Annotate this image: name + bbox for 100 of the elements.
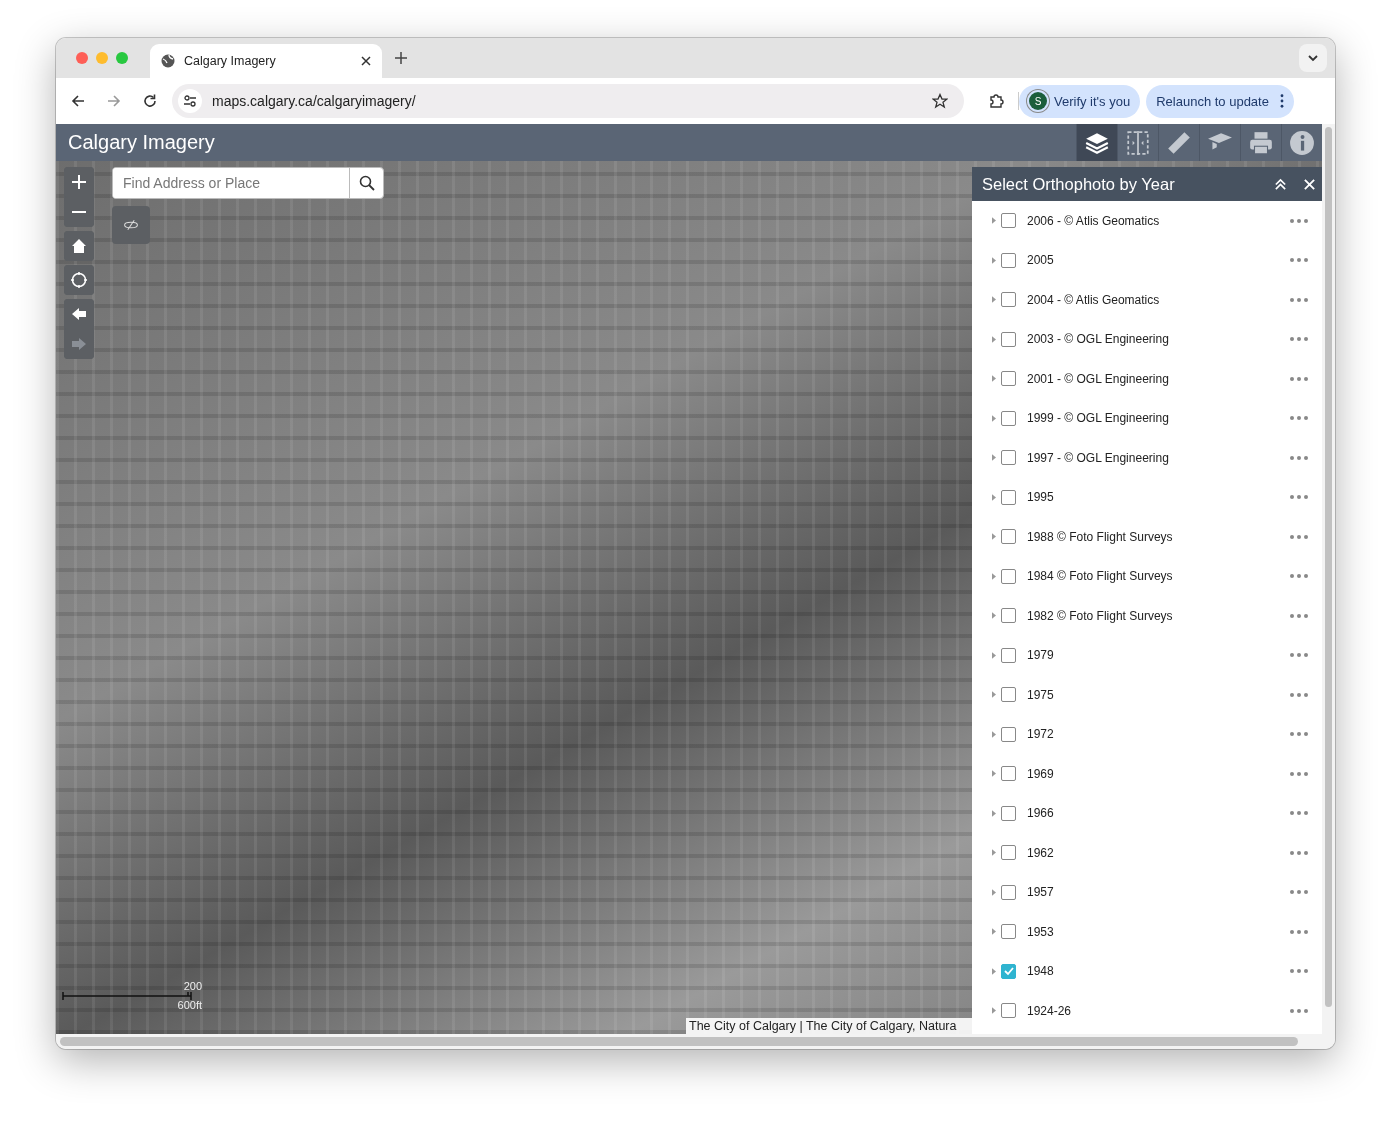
- more-options-icon[interactable]: [1290, 455, 1308, 460]
- address-bar[interactable]: maps.calgary.ca/calgaryimagery/: [172, 84, 964, 118]
- more-options-icon[interactable]: [1290, 732, 1308, 737]
- layers-tool-button[interactable]: [1076, 124, 1117, 161]
- more-options-icon[interactable]: [1290, 890, 1308, 895]
- scrollbar-thumb[interactable]: [60, 1037, 1298, 1046]
- expand-triangle-icon[interactable]: [992, 217, 996, 225]
- left-arrow-icon: [71, 306, 87, 322]
- layer-checkbox[interactable]: [1001, 252, 1016, 268]
- more-options-icon[interactable]: [1290, 376, 1308, 381]
- close-icon[interactable]: [1303, 177, 1316, 191]
- verify-button[interactable]: S Verify it's you: [1019, 84, 1141, 118]
- layer-checkbox[interactable]: [1001, 292, 1016, 308]
- layer-checkbox[interactable]: [1001, 766, 1016, 782]
- expand-triangle-icon[interactable]: [992, 533, 996, 541]
- more-options-icon[interactable]: [1290, 534, 1308, 539]
- forward-arrow-icon[interactable]: [106, 93, 122, 109]
- close-tab-icon[interactable]: [360, 55, 372, 67]
- expand-triangle-icon[interactable]: [992, 809, 996, 817]
- more-options-icon[interactable]: [1290, 929, 1308, 934]
- expand-triangle-icon[interactable]: [992, 651, 996, 659]
- more-options-icon[interactable]: [1290, 653, 1308, 658]
- layer-checkbox[interactable]: [1001, 884, 1016, 900]
- expand-triangle-icon[interactable]: [992, 691, 996, 699]
- more-options-icon[interactable]: [1290, 258, 1308, 263]
- search-field[interactable]: Find Address or Place: [112, 167, 384, 199]
- expand-triangle-icon[interactable]: [992, 730, 996, 738]
- locate-button[interactable]: [64, 265, 94, 295]
- app-title: Calgary Imagery: [68, 131, 215, 154]
- layer-checkbox[interactable]: [1001, 963, 1016, 979]
- layer-checkbox[interactable]: [1001, 687, 1016, 703]
- layer-label: 1975: [1027, 687, 1054, 702]
- back-arrow-icon[interactable]: [70, 93, 86, 109]
- layer-checkbox[interactable]: [1001, 805, 1016, 821]
- expand-triangle-icon[interactable]: [992, 849, 996, 857]
- more-options-icon[interactable]: [1290, 613, 1308, 618]
- layer-label: 2001 - © OGL Engineering: [1027, 371, 1169, 386]
- expand-triangle-icon[interactable]: [992, 888, 996, 896]
- expand-triangle-icon[interactable]: [992, 414, 996, 422]
- layer-checkbox[interactable]: [1001, 450, 1016, 466]
- expand-triangle-icon[interactable]: [992, 967, 996, 975]
- expand-triangle-icon[interactable]: [992, 1007, 996, 1015]
- expand-triangle-icon[interactable]: [992, 335, 996, 343]
- layer-checkbox[interactable]: [1001, 647, 1016, 663]
- bookmark-star-icon[interactable]: [932, 93, 948, 109]
- expand-triangle-icon[interactable]: [992, 256, 996, 264]
- collapse-icon[interactable]: [1274, 177, 1287, 191]
- layer-checkbox[interactable]: [1001, 331, 1016, 347]
- more-options-icon[interactable]: [1290, 495, 1308, 500]
- site-settings-icon[interactable]: [178, 89, 202, 113]
- browser-tab[interactable]: Calgary Imagery: [150, 44, 382, 78]
- layer-label: 1982 © Foto Flight Surveys: [1027, 608, 1173, 623]
- layer-checkbox[interactable]: [1001, 410, 1016, 426]
- layer-checkbox[interactable]: [1001, 568, 1016, 584]
- layer-checkbox[interactable]: [1001, 529, 1016, 545]
- more-options-icon[interactable]: [1290, 811, 1308, 816]
- layer-checkbox[interactable]: [1001, 924, 1016, 940]
- layer-checkbox[interactable]: [1001, 489, 1016, 505]
- split-view-icon: [1125, 129, 1151, 156]
- home-button[interactable]: [64, 231, 94, 261]
- layer-label: 1972: [1027, 727, 1054, 742]
- new-tab-icon[interactable]: [394, 51, 408, 65]
- more-options-icon[interactable]: [1290, 297, 1308, 302]
- layer-checkbox[interactable]: [1001, 1003, 1016, 1019]
- layer-checkbox[interactable]: [1001, 608, 1016, 624]
- expand-triangle-icon[interactable]: [992, 572, 996, 580]
- close-window-icon[interactable]: [76, 52, 88, 64]
- expand-triangle-icon[interactable]: [992, 928, 996, 936]
- layer-checkbox[interactable]: [1001, 213, 1016, 229]
- layer-label: 1957: [1027, 885, 1054, 900]
- expand-triangle-icon[interactable]: [992, 296, 996, 304]
- more-options-icon[interactable]: [1290, 416, 1308, 421]
- layer-label: 1988 © Foto Flight Surveys: [1027, 529, 1173, 544]
- more-options-icon[interactable]: [1290, 218, 1308, 223]
- expand-triangle-icon[interactable]: [992, 454, 996, 462]
- more-options-icon[interactable]: [1290, 771, 1308, 776]
- expand-triangle-icon[interactable]: [992, 770, 996, 778]
- expand-triangle-icon[interactable]: [992, 375, 996, 383]
- more-options-icon[interactable]: [1290, 337, 1308, 342]
- hide-labels-button[interactable]: [112, 206, 150, 244]
- more-options-icon[interactable]: [1290, 969, 1308, 974]
- layer-label: 2004 - © Atlis Geomatics: [1027, 292, 1160, 307]
- puzzle-piece-icon[interactable]: [988, 93, 1004, 109]
- tab-list-button[interactable]: [1299, 44, 1327, 72]
- expand-triangle-icon[interactable]: [992, 493, 996, 501]
- reload-icon[interactable]: [142, 93, 158, 109]
- more-options-icon[interactable]: [1290, 574, 1308, 579]
- more-options-icon[interactable]: [1290, 1008, 1308, 1013]
- more-options-icon[interactable]: [1290, 850, 1308, 855]
- layer-checkbox[interactable]: [1001, 726, 1016, 742]
- scrollbar-thumb[interactable]: [1325, 127, 1332, 1007]
- layer-checkbox[interactable]: [1001, 371, 1016, 387]
- layer-checkbox[interactable]: [1001, 845, 1016, 861]
- more-options-icon[interactable]: [1290, 692, 1308, 697]
- expand-triangle-icon[interactable]: [992, 612, 996, 620]
- plus-icon: [71, 174, 87, 190]
- layer-label: 2006 - © Atlis Geomatics: [1027, 213, 1160, 228]
- layer-label: 1953: [1027, 924, 1054, 939]
- scale-label: 200: [183, 980, 202, 992]
- relaunch-button[interactable]: Relaunch to update: [1146, 84, 1294, 118]
